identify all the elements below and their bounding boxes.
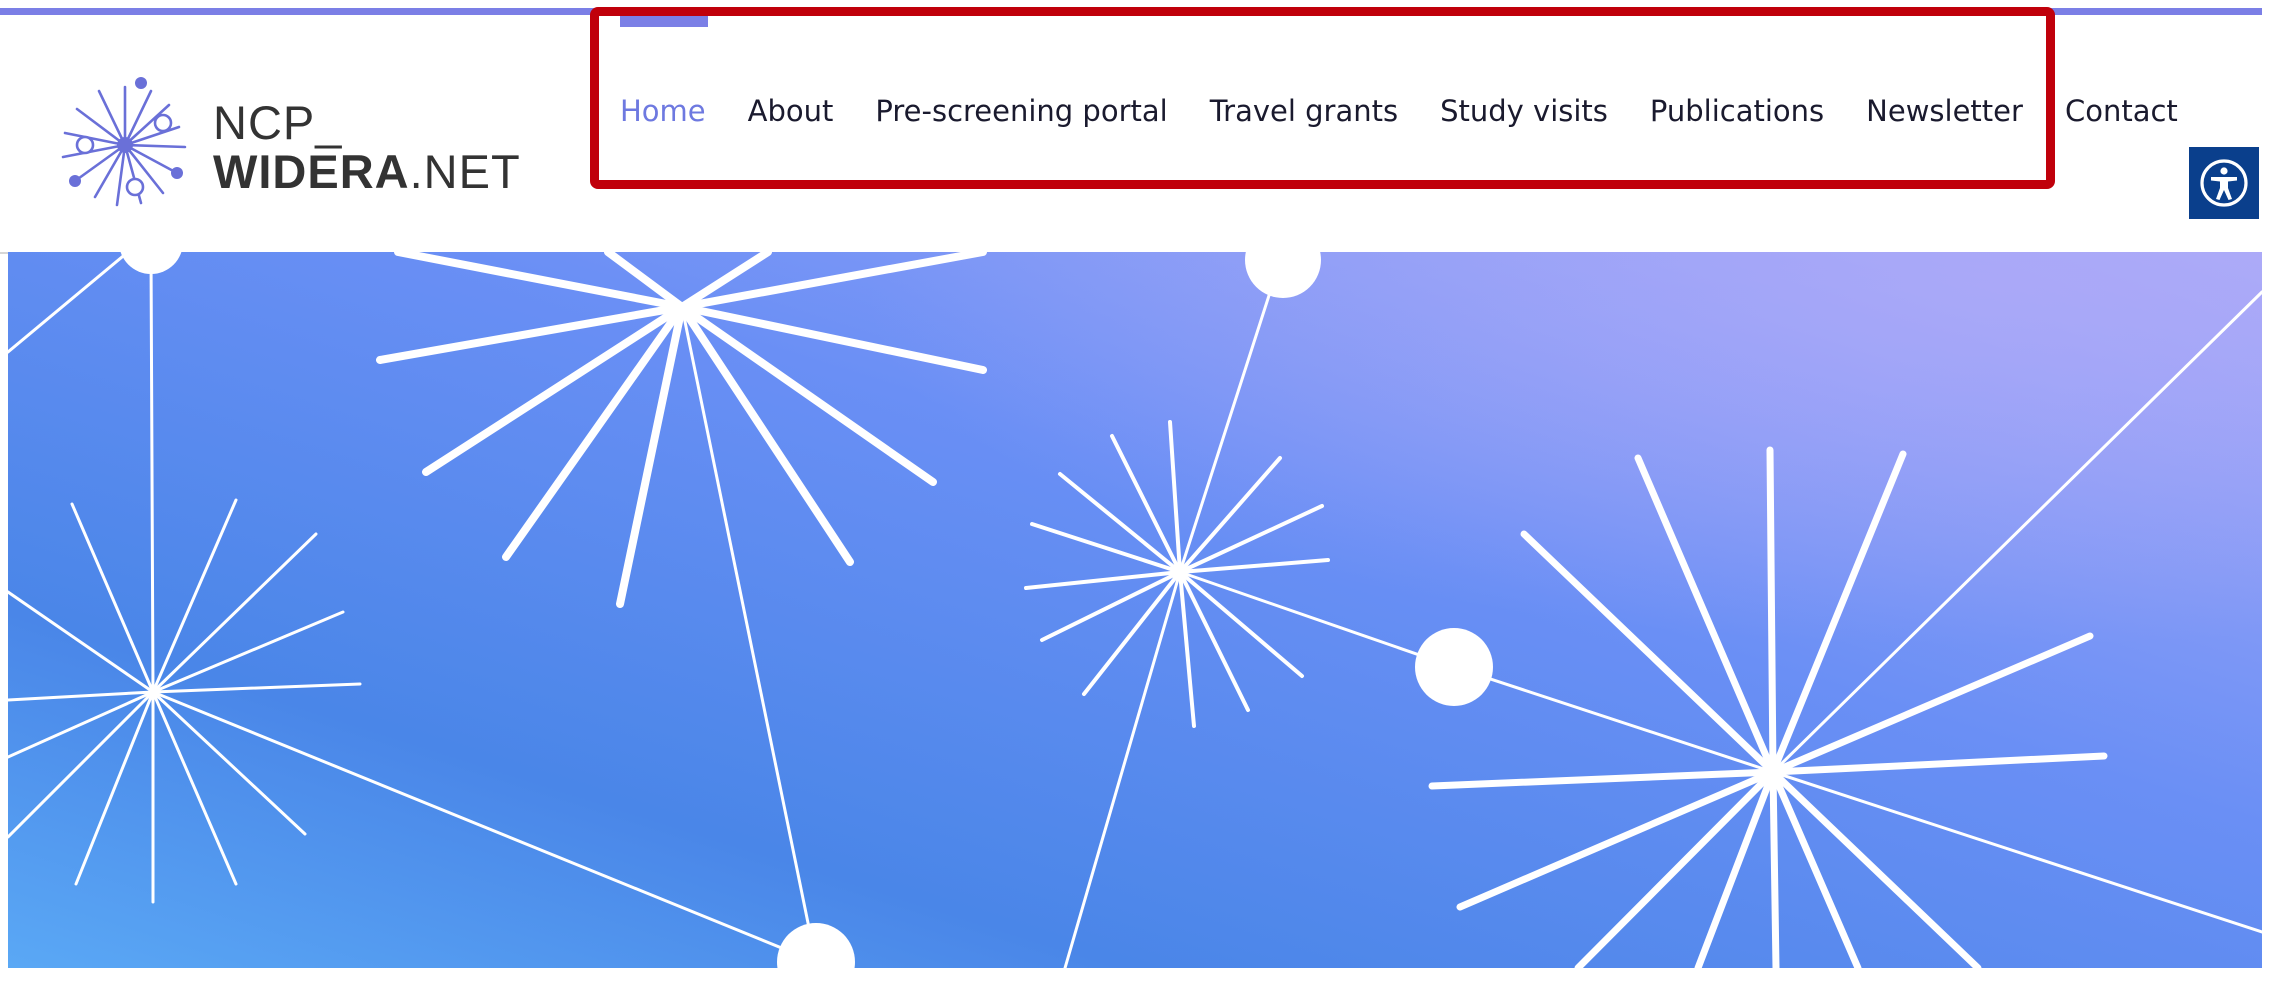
- nav-item-newsletter[interactable]: Newsletter: [1866, 94, 2023, 128]
- nav-active-indicator: [620, 16, 708, 27]
- nav-item-study-visits[interactable]: Study visits: [1440, 94, 1608, 128]
- network-logo-icon: [61, 77, 187, 207]
- logo-regular-part: .NET: [409, 145, 521, 198]
- top-accent-bar: [0, 8, 2262, 15]
- accessibility-button[interactable]: [2189, 147, 2259, 219]
- logo-bold-part: WIDERA: [213, 145, 410, 198]
- nav-item-travel-grants[interactable]: Travel grants: [1210, 94, 1398, 128]
- logo-line-1: NCP_: [213, 96, 343, 149]
- nav-item-home[interactable]: Home: [620, 94, 706, 128]
- nav-item-pre-screening-portal[interactable]: Pre-screening portal: [875, 94, 1167, 128]
- logo-wordmark: NCP_ WIDERA.NET: [213, 99, 521, 195]
- hero-banner: [8, 252, 2262, 968]
- nav-item-contact[interactable]: Contact: [2065, 94, 2178, 128]
- nav-item-about[interactable]: About: [748, 94, 834, 128]
- accessibility-person-icon: [2200, 159, 2248, 207]
- main-navigation: Home About Pre-screening portal Travel g…: [620, 86, 2178, 136]
- site-logo[interactable]: NCP_ WIDERA.NET: [55, 75, 520, 225]
- logo-line-2: WIDERA.NET: [213, 148, 521, 195]
- network-starburst-illustration: [8, 252, 2262, 968]
- nav-item-publications[interactable]: Publications: [1650, 94, 1824, 128]
